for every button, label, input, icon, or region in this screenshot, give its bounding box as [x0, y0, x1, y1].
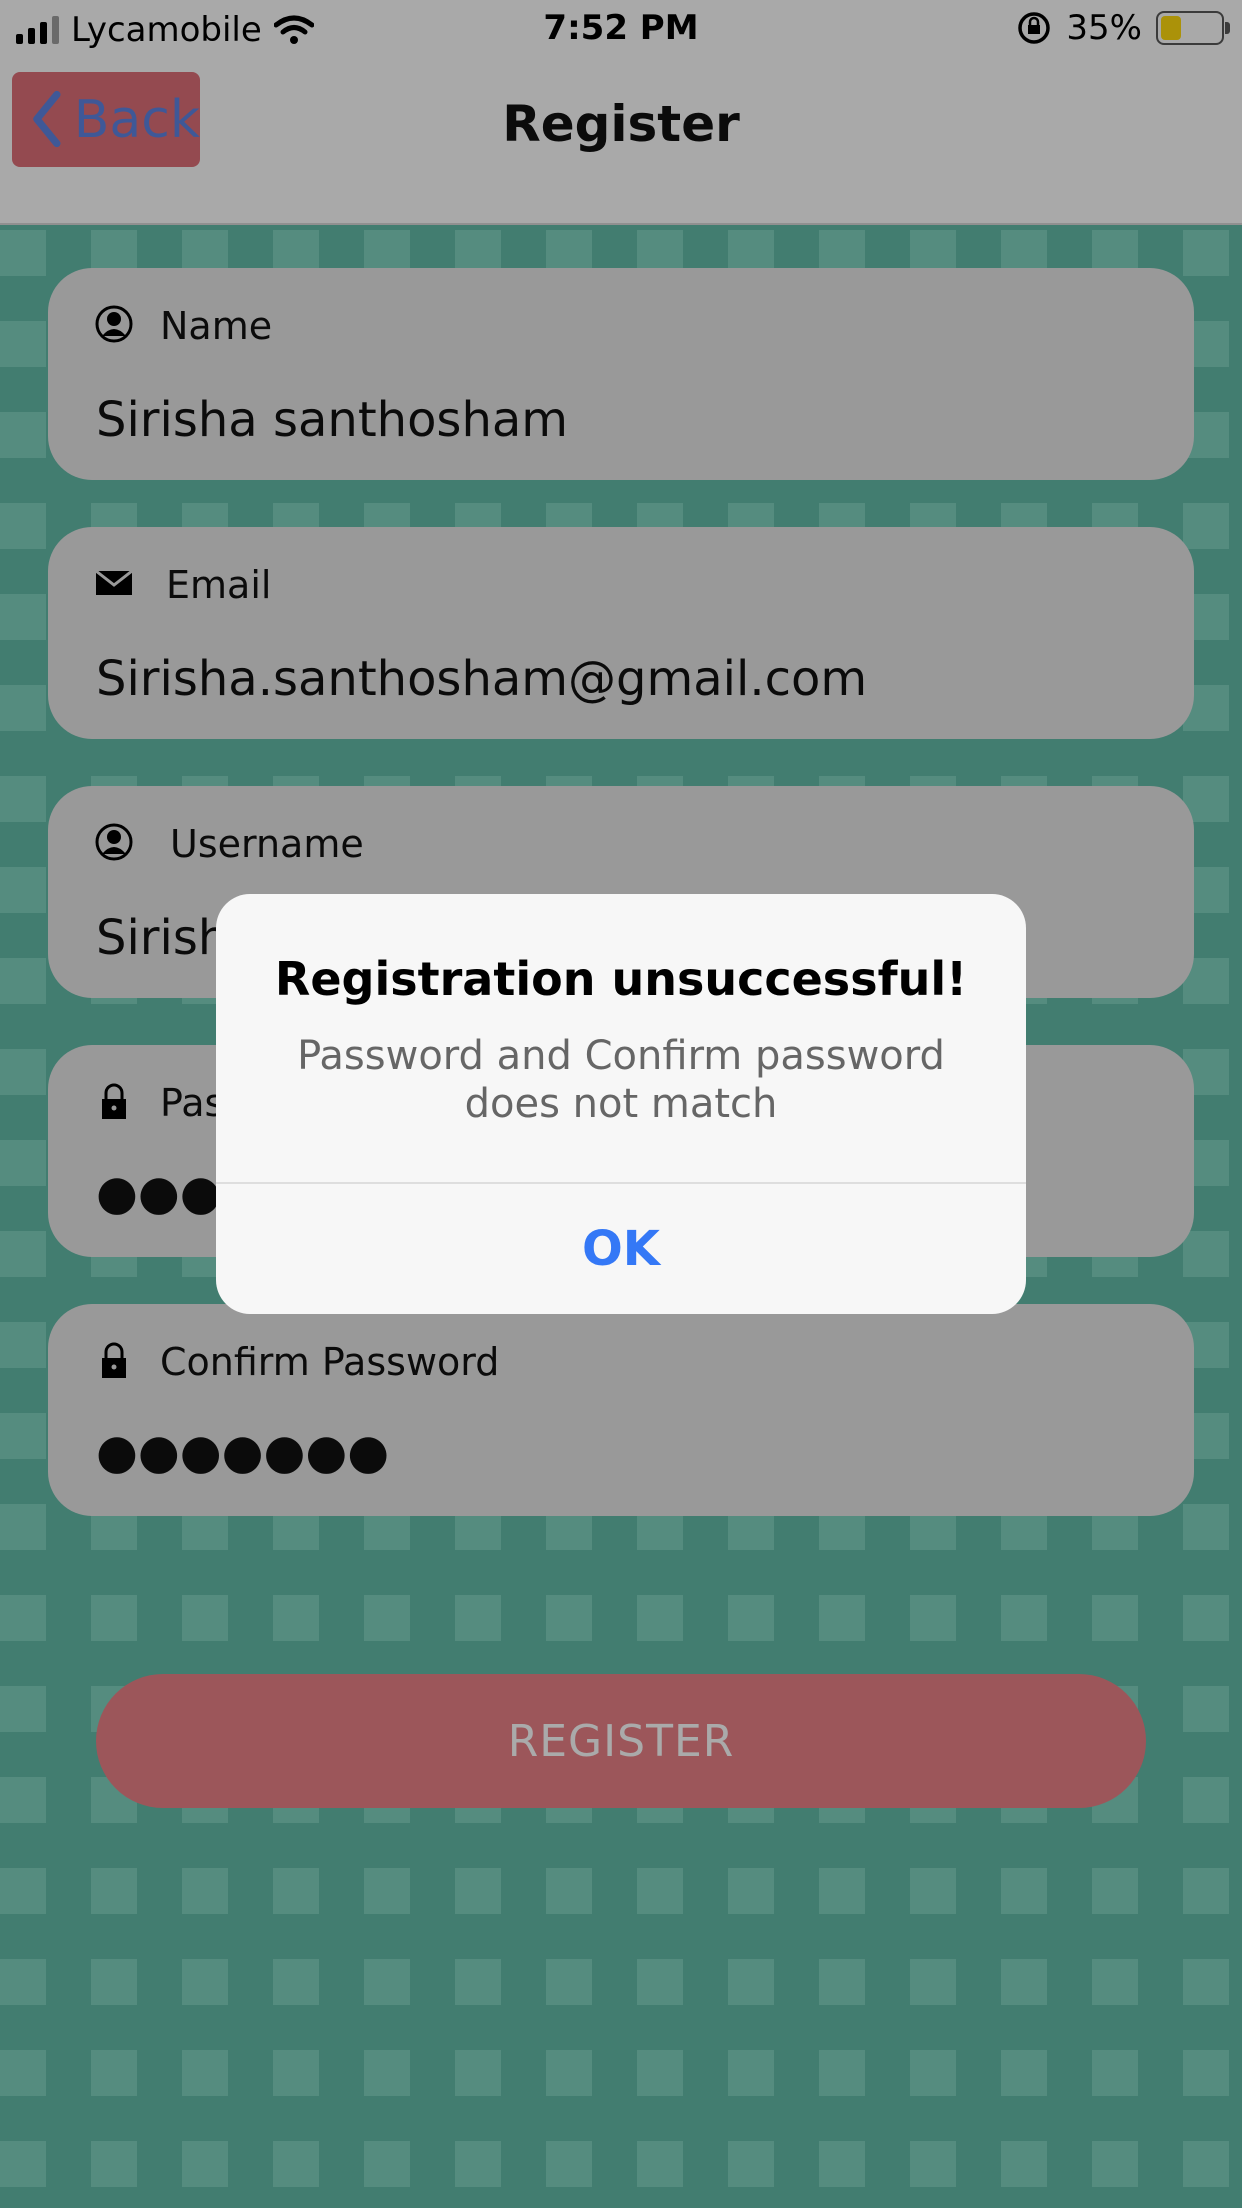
error-alert-dialog: Registration unsuccessful! Password and … — [216, 894, 1026, 1314]
alert-title: Registration unsuccessful! — [274, 952, 968, 1006]
ok-button[interactable]: OK — [216, 1184, 1026, 1314]
alert-message: Password and Confirm password does not m… — [297, 1033, 945, 1127]
